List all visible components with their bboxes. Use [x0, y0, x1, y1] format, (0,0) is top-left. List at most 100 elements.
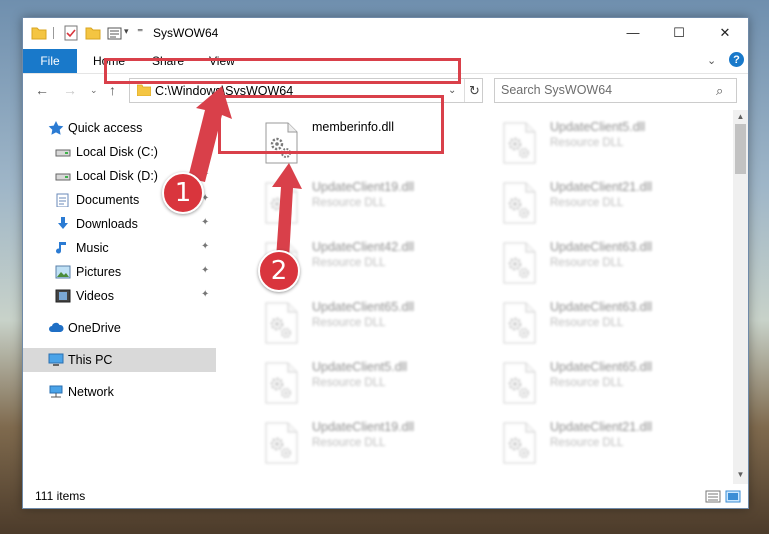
new-folder-icon[interactable] — [85, 24, 101, 42]
scroll-up-icon[interactable]: ▲ — [733, 112, 748, 121]
folder-icon[interactable] — [31, 24, 47, 42]
up-arrow-icon[interactable]: ↑ — [109, 82, 116, 98]
drive-icon — [55, 149, 71, 157]
sidebar-item-local-disk-c[interactable]: Local Disk (C:) ✦ — [23, 140, 216, 164]
file-item[interactable]: UpdateClient21.dll Resource DLL — [480, 414, 706, 474]
sidebar-item-network[interactable]: Network — [23, 380, 216, 404]
file-list: memberinfo.dll UpdateClient5.dll Resource … — [220, 110, 733, 484]
file-name: UpdateClient5.dll — [550, 120, 646, 134]
file-name: UpdateClient19.dll — [312, 420, 415, 434]
window-title: SysWOW64 — [153, 26, 219, 40]
file-type: Resource DLL — [550, 317, 624, 329]
step-badge-2: 2 — [258, 250, 300, 292]
pin-icon[interactable]: ✦ — [201, 217, 209, 228]
address-highlight-box — [104, 58, 461, 84]
close-button[interactable]: ✕ — [702, 18, 748, 47]
minimize-button[interactable]: — — [610, 18, 656, 47]
title-bar: ▾ ⁼ SysWOW64 — ☐ ✕ — [23, 18, 748, 49]
download-icon — [58, 217, 68, 229]
computer-icon — [48, 353, 64, 366]
sidebar-item-label: Documents — [76, 193, 140, 207]
refresh-icon[interactable]: ↻ — [464, 79, 484, 102]
toolbar-dropdown-icon[interactable]: ▾ — [124, 26, 129, 37]
sidebar-item-label: Local Disk (D:) — [76, 169, 158, 183]
dll-file-icon — [264, 302, 298, 344]
file-name: UpdateClient65.dll — [312, 300, 415, 314]
file-name: UpdateClient19.dll — [312, 180, 415, 194]
sidebar-item-onedrive[interactable]: OneDrive — [23, 316, 216, 340]
file-type: Resource DLL — [550, 437, 624, 449]
file-item[interactable]: UpdateClient65.dll Resource DLL — [242, 294, 468, 354]
vertical-scrollbar[interactable]: ▲ ▼ — [733, 110, 748, 484]
sidebar-item-label: Videos — [76, 289, 114, 303]
maximize-button[interactable]: ☐ — [656, 18, 702, 47]
sidebar-item-label: Pictures — [76, 265, 122, 279]
file-type: Resource DLL — [312, 317, 386, 329]
network-icon — [49, 385, 63, 398]
file-highlight-box — [218, 95, 444, 154]
search-box[interactable]: ⌕ — [494, 78, 737, 103]
sidebar-item-this-pc[interactable]: This PC — [23, 348, 216, 372]
forward-arrow-icon[interactable]: → — [63, 82, 77, 98]
file-type: Resource DLL — [550, 377, 624, 389]
dll-file-icon — [502, 362, 536, 404]
pin-icon[interactable]: ✦ — [201, 241, 209, 252]
scroll-down-icon[interactable]: ▼ — [733, 470, 748, 479]
recent-locations-icon[interactable]: ⌄ — [90, 85, 98, 96]
file-item[interactable]: UpdateClient63.dll Resource DLL — [480, 234, 706, 294]
file-item[interactable]: UpdateClient21.dll Resource DLL — [480, 174, 706, 234]
scrollbar-thumb[interactable] — [735, 124, 746, 174]
file-name: UpdateClient63.dll — [550, 240, 653, 254]
tab-file[interactable]: File — [23, 49, 77, 73]
sidebar-item-pictures[interactable]: Pictures ✦ — [23, 260, 216, 284]
sidebar-item-label: Local Disk (C:) — [76, 145, 158, 159]
sidebar-item-videos[interactable]: Videos ✦ — [23, 284, 216, 308]
sidebar-item-downloads[interactable]: Downloads ✦ — [23, 212, 216, 236]
sidebar-item-label: Network — [68, 385, 114, 399]
drive-icon — [55, 173, 71, 181]
pin-icon[interactable]: ✦ — [201, 145, 209, 156]
sidebar-item-label: Downloads — [76, 217, 138, 231]
file-type: Resource DLL — [312, 197, 386, 209]
large-icons-view-icon[interactable] — [725, 490, 741, 503]
pictures-icon — [55, 265, 71, 279]
chevron-down-icon[interactable]: ⌄ — [707, 54, 716, 67]
back-arrow-icon[interactable]: ← — [35, 82, 49, 98]
pin-icon[interactable]: ✦ — [201, 289, 209, 300]
sidebar-item-label: Quick access — [68, 121, 143, 135]
chevron-down-icon[interactable]: ⌄ — [448, 85, 456, 96]
file-type: Resource DLL — [312, 257, 386, 269]
file-item[interactable]: UpdateClient63.dll Resource DLL — [480, 294, 706, 354]
dll-file-icon — [502, 242, 536, 284]
file-item[interactable]: UpdateClient19.dll Resource DLL — [242, 414, 468, 474]
sidebar-item-quick-access[interactable]: Quick access — [23, 116, 216, 140]
explorer-window: ▾ ⁼ SysWOW64 — ☐ ✕ File Home Share View … — [22, 17, 749, 509]
file-item[interactable]: UpdateClient5.dll Resource DLL — [480, 114, 706, 174]
file-name: UpdateClient42.dll — [312, 240, 415, 254]
videos-icon — [55, 289, 71, 303]
search-input[interactable] — [501, 83, 711, 97]
search-icon[interactable]: ⌕ — [716, 83, 723, 99]
properties-check-icon[interactable] — [63, 24, 79, 42]
sidebar-item-label: OneDrive — [68, 321, 121, 335]
customize-toolbar-icon[interactable] — [107, 24, 123, 42]
details-view-icon[interactable] — [705, 490, 721, 503]
file-item[interactable]: UpdateClient65.dll Resource DLL — [480, 354, 706, 414]
file-name: UpdateClient63.dll — [550, 300, 653, 314]
item-count: 111 items — [35, 489, 86, 503]
dll-file-icon — [264, 362, 298, 404]
dll-file-icon — [264, 422, 298, 464]
file-name: UpdateClient65.dll — [550, 360, 653, 374]
pin-icon[interactable]: ✦ — [201, 265, 209, 276]
cloud-icon — [49, 322, 64, 332]
sidebar-item-music[interactable]: Music ✦ — [23, 236, 216, 260]
sidebar-item-label: This PC — [68, 353, 113, 367]
help-icon[interactable]: ? — [729, 52, 744, 67]
file-item[interactable]: UpdateClient19.dll Resource DLL — [242, 174, 468, 234]
status-bar: 111 items — [23, 485, 748, 508]
dll-file-icon — [502, 422, 536, 464]
dll-file-icon — [502, 302, 536, 344]
file-name: UpdateClient21.dll — [550, 180, 653, 194]
file-item[interactable]: UpdateClient5.dll Resource DLL — [242, 354, 468, 414]
pin-icon[interactable]: ✦ — [201, 169, 209, 180]
